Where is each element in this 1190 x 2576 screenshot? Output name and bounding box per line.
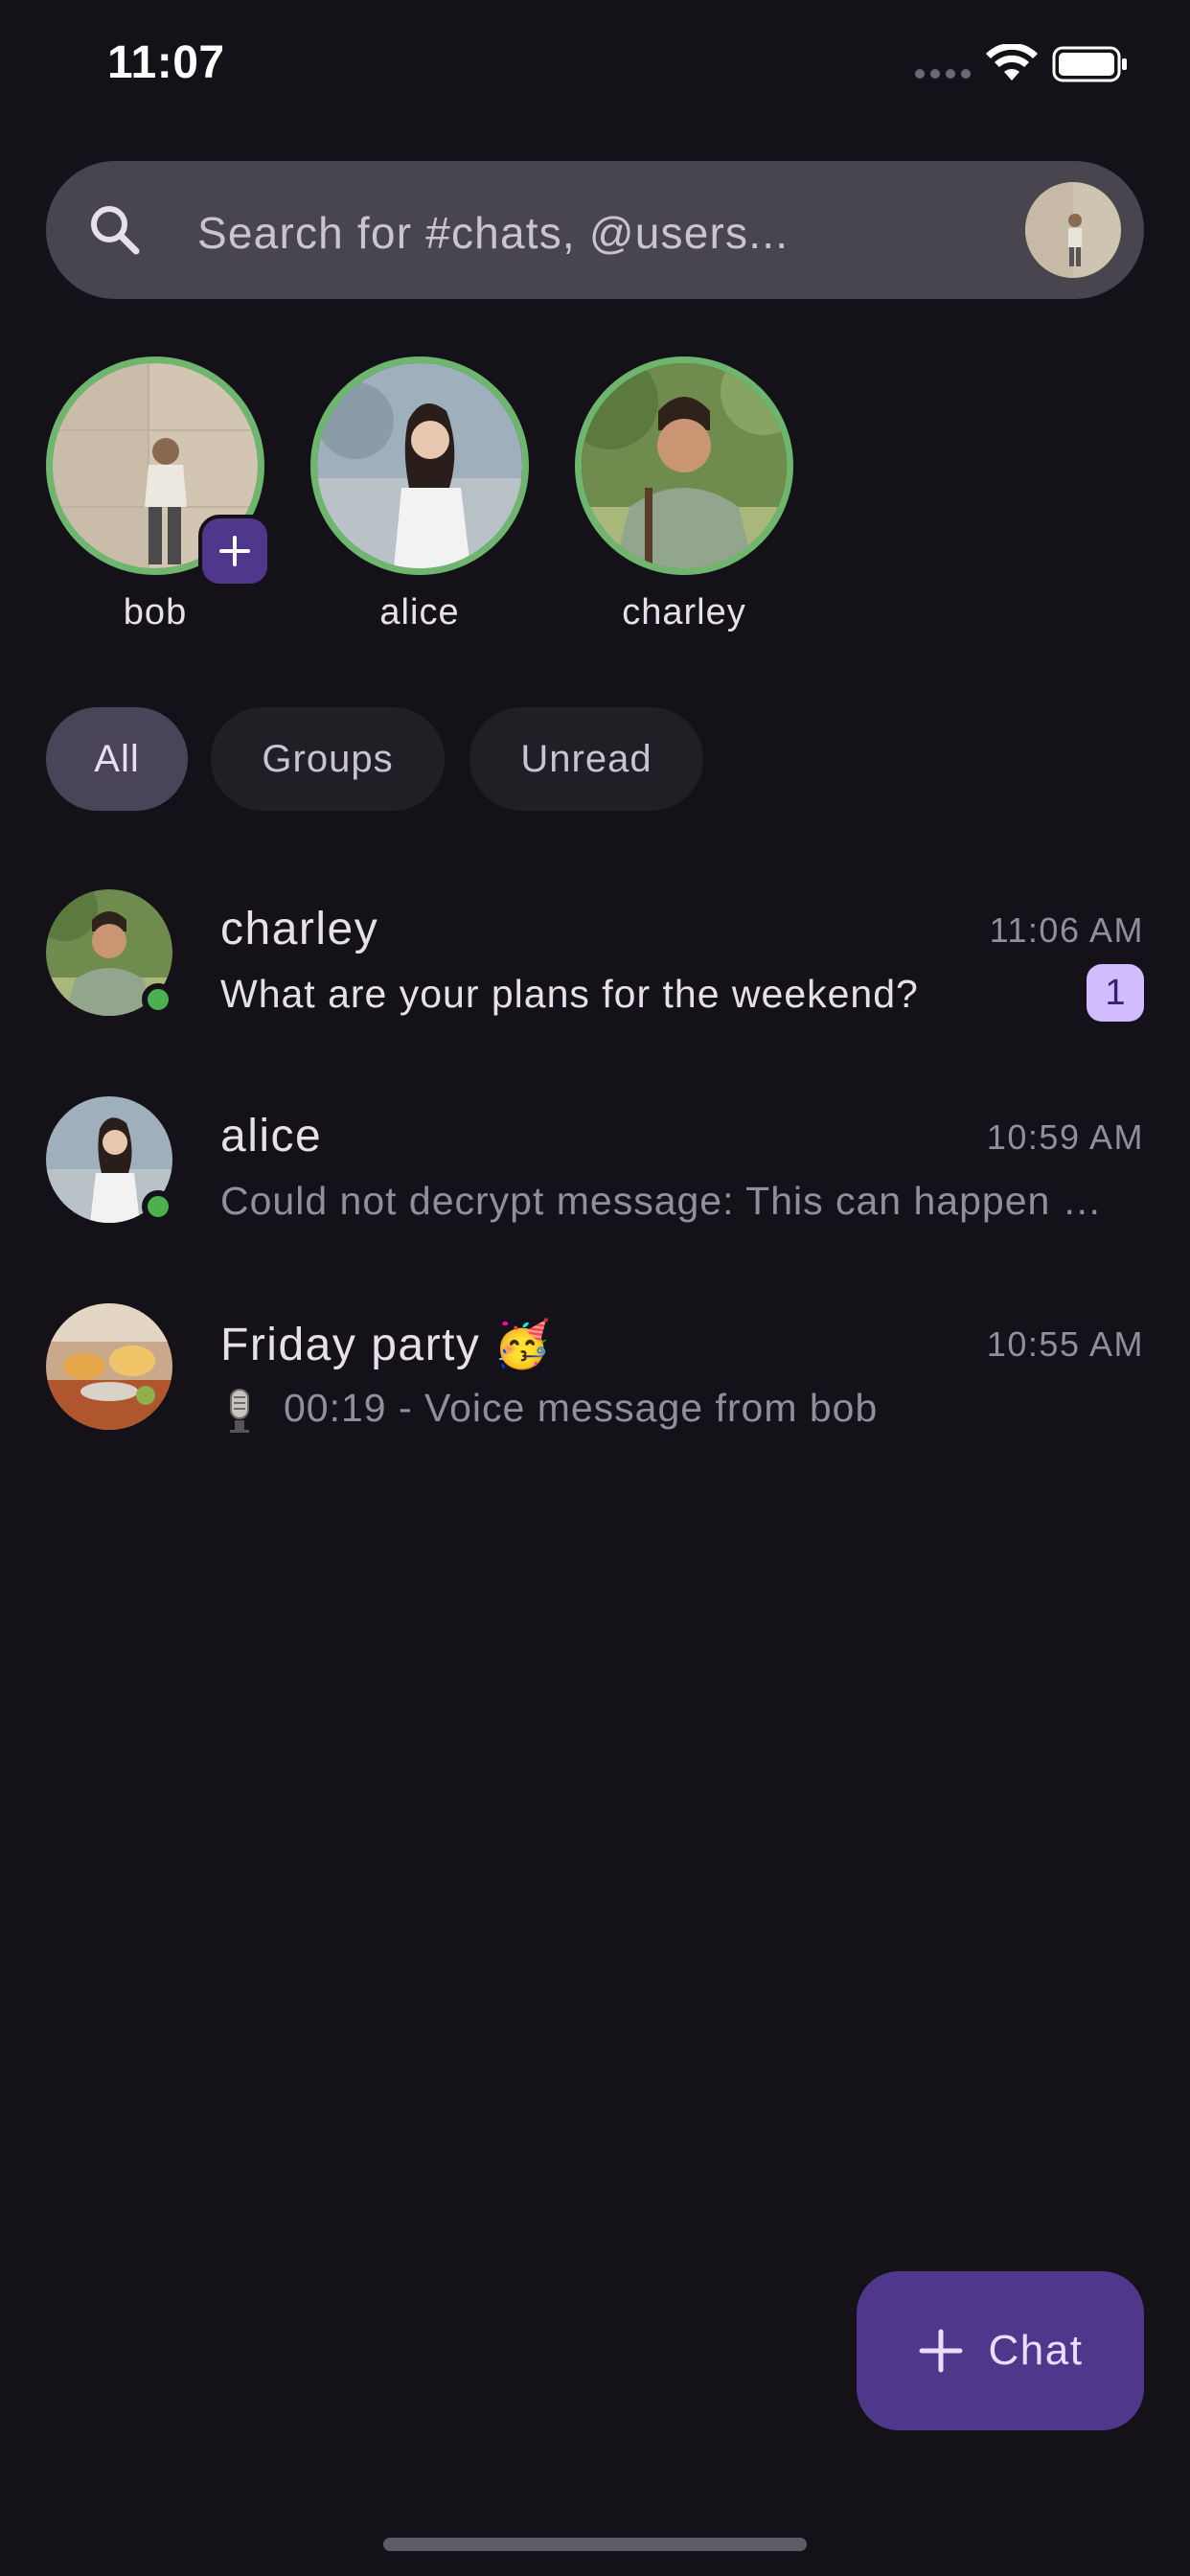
plus-icon bbox=[219, 536, 250, 566]
online-status-dot bbox=[142, 983, 174, 1016]
search-icon bbox=[91, 206, 140, 255]
filter-chip-unread[interactable]: Unread bbox=[469, 707, 703, 811]
plus-icon bbox=[919, 2329, 963, 2373]
chat-preview: What are your plans for the weekend? bbox=[220, 972, 919, 1016]
avatar bbox=[317, 363, 522, 568]
search-bar[interactable]: Search for #chats, @users... bbox=[46, 161, 1144, 299]
chat-name: Friday party 🥳 bbox=[220, 1317, 553, 1371]
avatar bbox=[582, 363, 787, 568]
filter-chip-all[interactable]: All bbox=[46, 707, 188, 811]
chat-name: charley bbox=[220, 904, 379, 954]
chat-name-text: Friday party bbox=[220, 1320, 481, 1370]
status-time: 11:07 bbox=[107, 37, 225, 88]
story-label: charley bbox=[622, 592, 746, 632]
home-indicator[interactable] bbox=[383, 2538, 807, 2551]
add-story-button[interactable] bbox=[198, 515, 271, 587]
chat-time: 11:06 AM bbox=[989, 910, 1144, 950]
story-bob[interactable]: bob bbox=[46, 356, 271, 632]
chat-name: alice bbox=[220, 1111, 323, 1162]
unread-count-badge: 1 bbox=[1087, 964, 1144, 1022]
profile-avatar[interactable] bbox=[1025, 182, 1121, 278]
chat-row-friday-party[interactable]: Friday party 🥳 10:55 AM 00:19 - Voice mes… bbox=[0, 1303, 1190, 1476]
search-placeholder[interactable]: Search for #chats, @users... bbox=[197, 207, 789, 259]
microphone-icon bbox=[230, 1389, 249, 1433]
online-status-dot bbox=[142, 1190, 174, 1223]
story-ring bbox=[310, 356, 529, 575]
chat-preview: Could not decrypt message: This can happ… bbox=[220, 1179, 1121, 1223]
new-chat-button[interactable]: Chat bbox=[857, 2271, 1144, 2430]
story-ring bbox=[575, 356, 793, 575]
chat-time: 10:55 AM bbox=[986, 1324, 1144, 1364]
battery-icon bbox=[1052, 46, 1127, 82]
story-label: alice bbox=[379, 592, 460, 632]
party-emoji: 🥳 bbox=[493, 1320, 553, 1370]
filter-chip-groups[interactable]: Groups bbox=[211, 707, 445, 811]
avatar bbox=[46, 1303, 172, 1430]
story-ring bbox=[46, 356, 271, 587]
status-bar: 11:07 bbox=[0, 0, 1190, 134]
chat-preview: 00:19 - Voice message from bob bbox=[284, 1386, 879, 1430]
new-chat-label: Chat bbox=[988, 2327, 1084, 2374]
cellular-signal-icon bbox=[915, 69, 971, 79]
story-charley[interactable]: charley bbox=[575, 356, 793, 632]
chat-time: 10:59 AM bbox=[986, 1117, 1144, 1157]
chat-row-charley[interactable]: charley 11:06 AM What are your plans for… bbox=[0, 889, 1190, 1062]
wifi-icon bbox=[986, 44, 1038, 80]
story-alice[interactable]: alice bbox=[310, 356, 529, 632]
story-label: bob bbox=[123, 592, 188, 632]
chat-row-alice[interactable]: alice 10:59 AM Could not decrypt message… bbox=[0, 1096, 1190, 1269]
